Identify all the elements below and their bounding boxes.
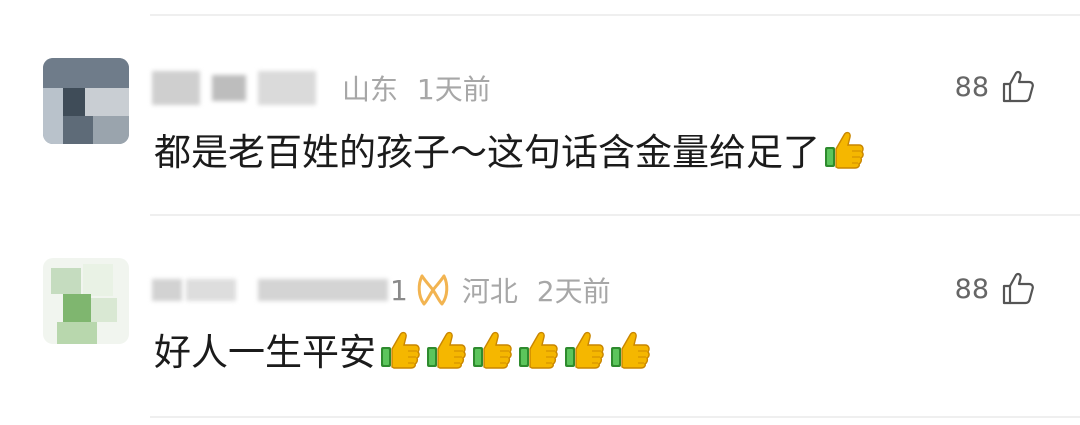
thumbs-up-emoji [424,327,468,371]
username-blurred[interactable] [186,279,236,301]
comment-time: 1天前 [416,73,491,106]
like-count: 88 [954,71,989,103]
thumbs-up-emoji [608,327,652,371]
comment-text-body: 都是老百姓的孩子～这句话含金量给足了 [154,131,820,174]
comment-location-time: 河北 2天前 [462,270,611,310]
username-blurred[interactable] [212,75,246,101]
like-button[interactable]: 88 [955,272,1035,306]
divider-bottom [150,416,1080,418]
username-blurred[interactable] [258,71,316,105]
avatar[interactable] [43,258,129,344]
comment-text: 都是老百姓的孩子～这句话含金量给足了 [154,122,866,176]
comment-item: 山东 1天前 都是老百姓的孩子～这句话含金量给足了 88 [0,40,1080,220]
like-count: 88 [954,273,989,305]
thumbs-up-emoji [378,327,422,371]
comment-location-time: 山东 1天前 [342,68,491,108]
thumbs-up-outline-icon [1001,272,1035,306]
avatar[interactable] [43,58,129,144]
comment-meta: 1 河北 2天前 [152,270,611,310]
thumbs-up-emoji [470,327,514,371]
comment-text-body: 好人一生平安 [154,331,376,374]
username-blurred[interactable] [258,279,388,301]
divider-top [150,14,1080,16]
like-button[interactable]: 88 [955,70,1035,104]
comment-text: 好人一生平安 [154,322,652,376]
emoji-row [376,327,652,371]
thumbs-up-emoji [516,327,560,371]
comment-location: 山东 [342,73,399,106]
comment-meta: 山东 1天前 [152,68,491,108]
thumbs-up-emoji [822,127,866,171]
username-blurred[interactable] [152,71,200,105]
username-blurred[interactable] [152,279,182,301]
thumbs-up-emoji [562,327,606,371]
comment-time: 2天前 [536,275,611,308]
ribbon-badge-icon[interactable] [416,272,450,308]
thumbs-up-outline-icon [1001,70,1035,104]
comment-item: 1 河北 2天前 好人一生平安 88 [0,240,1080,420]
divider [150,214,1080,216]
username-visible-char[interactable]: 1 [390,274,408,307]
comment-location: 河北 [461,275,518,308]
